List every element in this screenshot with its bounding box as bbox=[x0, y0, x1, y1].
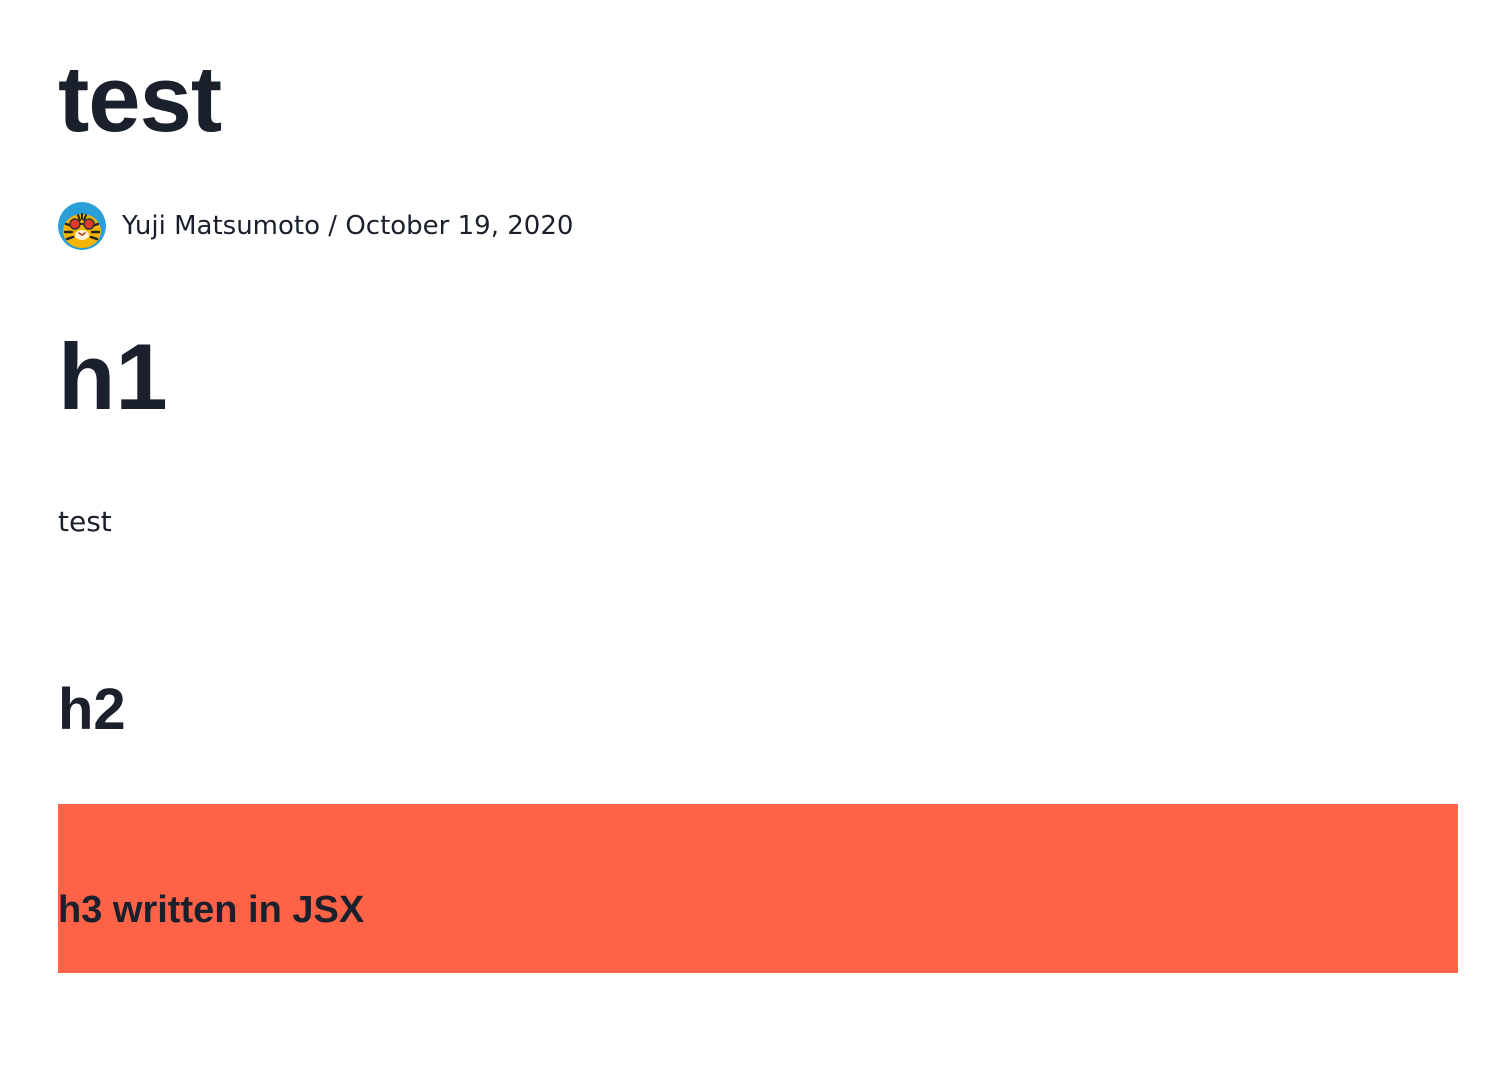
post-meta: Yuji Matsumoto / October 19, 2020 bbox=[58, 202, 573, 250]
post-byline: Yuji Matsumoto / October 19, 2020 bbox=[122, 202, 573, 250]
content-heading-h1: h1 bbox=[58, 324, 168, 429]
author-avatar bbox=[58, 202, 106, 250]
content-heading-h3: h3 written in JSX bbox=[58, 889, 365, 931]
author-name: Yuji Matsumoto bbox=[122, 211, 321, 241]
byline-separator: / bbox=[328, 211, 338, 241]
content-paragraph: test bbox=[58, 505, 112, 538]
content-heading-h2: h2 bbox=[58, 677, 126, 742]
tiger-avatar-icon bbox=[58, 202, 106, 250]
post-date: October 19, 2020 bbox=[345, 211, 574, 241]
post-title: test bbox=[58, 46, 222, 151]
